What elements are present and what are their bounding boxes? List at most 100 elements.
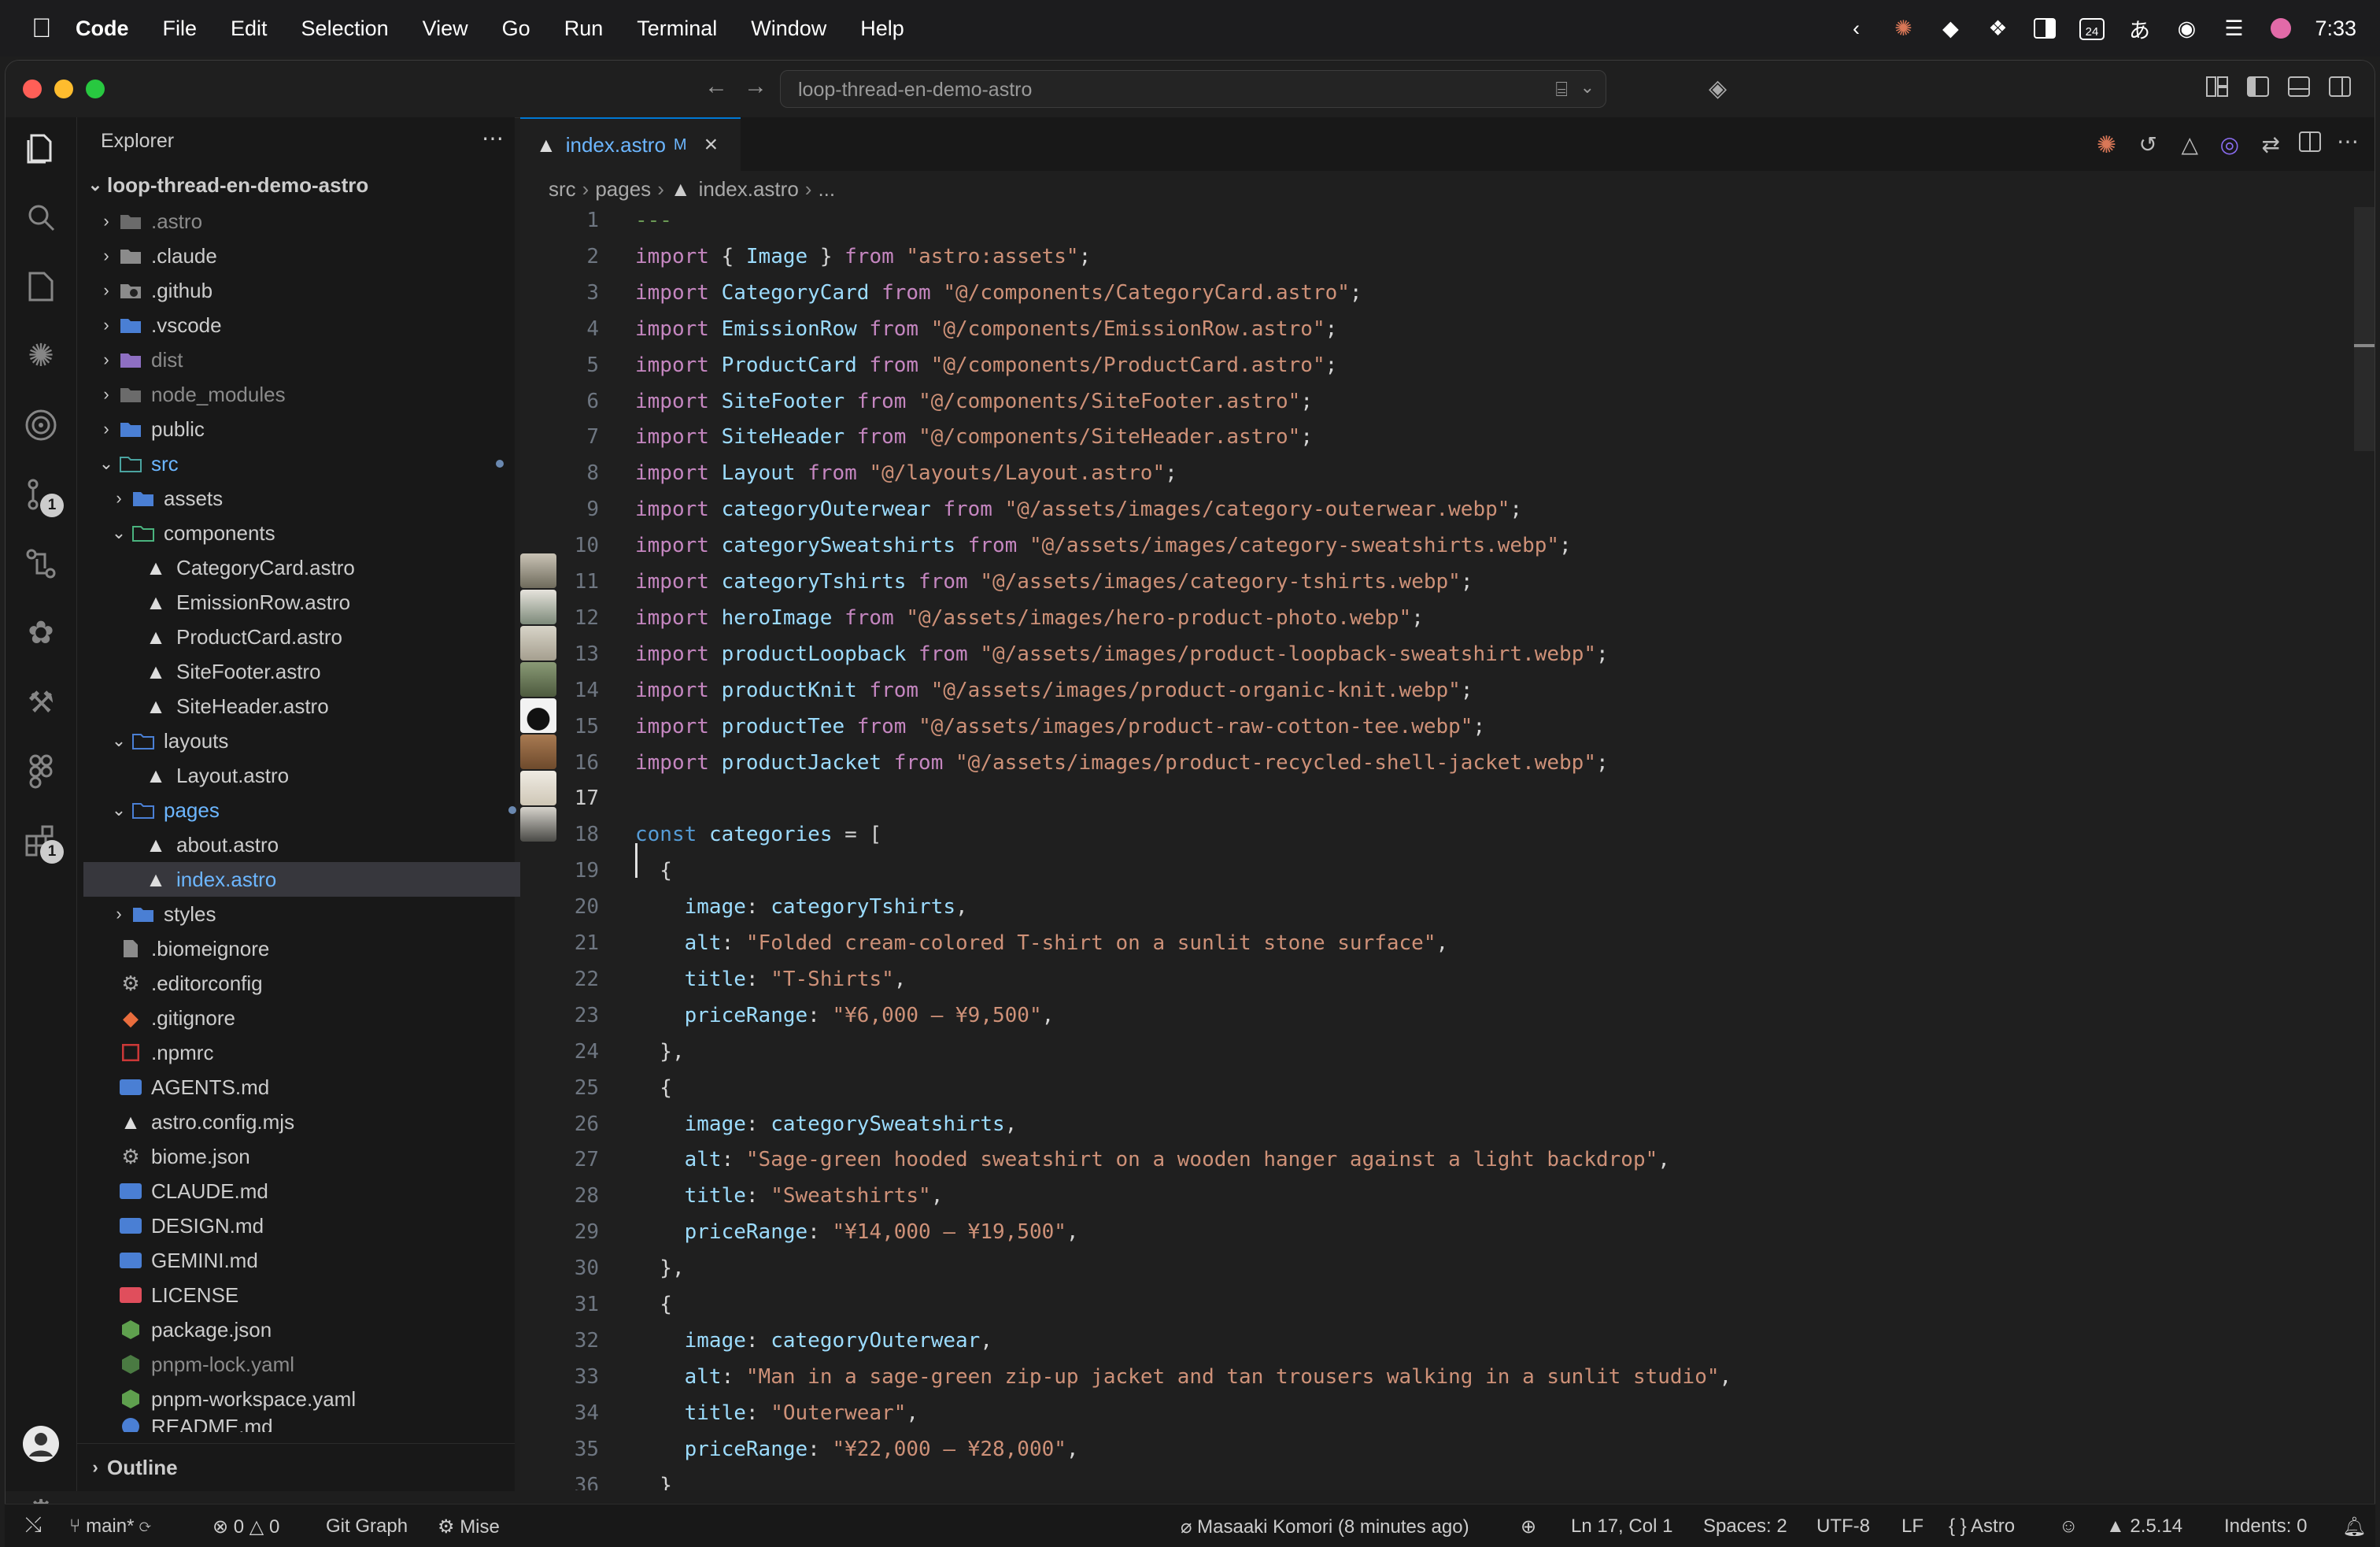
tree-item-file[interactable]: ▲ Layout.astro [83,758,568,793]
command-center-search[interactable]: loop-thread-en-demo-astro ⌸ ⌄ [780,70,1606,108]
menu-run[interactable]: Run [564,17,604,41]
code-line[interactable]: priceRange: "¥14,000 – ¥19,500", [635,1220,1079,1244]
menu-go[interactable]: Go [502,17,530,41]
wrench-icon[interactable]: ⚒ [21,683,61,722]
outline-section[interactable]: › Outline [77,1443,515,1491]
tree-item-styles-dir[interactable]: › styles [83,897,532,931]
code-line[interactable]: alt: "Man in a sage-green zip-up jacket … [635,1365,1732,1389]
figma-icon[interactable] [21,752,61,791]
code-line[interactable]: priceRange: "¥22,000 – ¥28,000", [635,1438,1079,1461]
copilot-icon[interactable]: ◈ [1709,75,1734,102]
code-line[interactable]: alt: "Folded cream-colored T-shirt on a … [635,931,1449,955]
cursor-position[interactable]: Ln 17, Col 1 [1571,1516,1672,1538]
code-line[interactable]: import productKnit from "@/assets/images… [635,679,1473,702]
tree-item-file[interactable]: pnpm-workspace.yaml [83,1382,543,1416]
git-compare-icon[interactable] [21,544,61,583]
notifications-bell-icon[interactable]: 🔔︎ [2342,1516,2366,1538]
menu-window[interactable]: Window [751,17,826,41]
tree-item-file[interactable]: pnpm-lock.yaml [83,1347,543,1382]
code-line[interactable]: import ProductCard from "@/components/Pr… [635,353,1337,377]
tree-item-file[interactable]: ◆ .gitignore [83,1001,543,1035]
more-actions-icon[interactable]: ⋯ [2337,128,2359,154]
code-line[interactable]: image: categoryOuterwear, [635,1329,992,1353]
code-line[interactable]: import SiteHeader from "@/components/Sit… [635,425,1313,449]
menu-help[interactable]: Help [860,17,904,41]
wifi-icon[interactable]: ◉ [2173,15,2200,42]
encoding-setting[interactable]: UTF-8 [1816,1516,1870,1538]
code-line[interactable]: import productLoopback from "@/assets/im… [635,642,1609,666]
code-line[interactable]: import categorySweatshirts from "@/asset… [635,534,1572,557]
apple-icon[interactable]:  [31,15,54,42]
clock[interactable]: 7:33 [2315,17,2356,41]
tree-item-file[interactable]: .npmrc [83,1035,543,1070]
tree-item-components-dir[interactable]: ⌄ components [83,516,532,550]
code-line[interactable]: }, [635,1256,684,1280]
tree-item-file[interactable]: ▲ ProductCard.astro [83,620,568,654]
tree-item-layouts-dir[interactable]: ⌄ layouts [83,724,532,758]
zoom-window-button[interactable] [86,80,105,98]
branch-status[interactable]: ⑂ main* ⟳ [69,1516,151,1538]
code-line[interactable]: import categoryTshirts from "@/assets/im… [635,570,1473,594]
tree-item-file[interactable]: README.md [83,1415,543,1432]
target-icon[interactable] [21,405,61,445]
split-editor-icon[interactable] [2299,131,2321,154]
code-line[interactable]: import { Image } from "astro:assets"; [635,245,1091,268]
mise-status[interactable]: ⚙ Mise [438,1516,500,1538]
code-line[interactable]: title: "T-Shirts", [635,968,907,991]
chevron-down-icon[interactable]: ⌄ [1580,77,1595,98]
tree-item-file[interactable]: LICENSE [83,1278,543,1312]
tree-item-file[interactable]: ▲ about.astro [83,827,568,862]
scrollbar-thumb[interactable] [2354,207,2374,451]
ai-assistant-icon[interactable]: ◎ [2220,131,2239,157]
tree-item-file[interactable]: ▲ CategoryCard.astro [83,550,568,585]
code-line[interactable]: image: categorySweatshirts, [635,1112,1018,1136]
remote-icon[interactable]: ⤯ [25,1512,42,1538]
file-icon[interactable] [21,267,61,306]
breadcrumb-src[interactable]: src [549,177,576,202]
customize-layout-icon[interactable] [2206,76,2230,100]
menu-edit[interactable]: Edit [231,17,268,41]
extensions-icon[interactable]: 1 [21,821,64,864]
git-graph-button[interactable]: Git Graph [326,1516,408,1538]
tree-item-file[interactable]: CLAUDE.md [83,1174,543,1208]
code-line[interactable]: import categoryOuterwear from "@/assets/… [635,498,1522,521]
claude-sparkle-icon[interactable]: ✺ [21,336,61,376]
code-line[interactable]: alt: "Sage-green hooded sweatshirt on a … [635,1148,1670,1171]
tree-item-file[interactable]: AGENTS.md [83,1070,543,1105]
menu-file[interactable]: File [163,17,198,41]
tree-item-file[interactable]: GEMINI.md [83,1243,543,1278]
tree-item-index-astro[interactable]: ▲index.astroM [83,862,568,897]
code-line[interactable]: title: "Outerwear", [635,1401,918,1425]
cloud-plug-icon[interactable]: ◆ [1937,15,1964,42]
tree-item-public-dir[interactable]: › public [83,412,519,446]
zoom-icon[interactable]: ⊕ [1521,1516,1536,1538]
puzzle-icon[interactable]: ✿ [21,613,61,653]
toggle-primary-sidebar-icon[interactable] [2247,76,2271,100]
source-control-icon[interactable]: 1 [21,475,64,517]
history-icon[interactable]: ↺ [2139,131,2157,157]
toggle-panel-icon[interactable] [2288,76,2312,100]
astro-preview-icon[interactable]: △ [2181,131,2198,157]
menu-terminal[interactable]: Terminal [637,17,717,41]
close-tab-icon[interactable]: × [704,131,719,158]
tree-item-pages-dir[interactable]: ⌄ pages [83,793,532,827]
account-avatar[interactable] [21,1424,61,1464]
problems-status[interactable]: ⊗ 0 △ 0 [213,1516,279,1538]
git-blame-status[interactable]: ⌀ Masaaki Komori (8 minutes ago) [1181,1516,1469,1538]
tree-item-file[interactable]: ▲ EmissionRow.astro [83,585,568,620]
chevron-left-icon[interactable]: ‹ [1842,15,1869,42]
code-line[interactable]: import SiteFooter from "@/components/Sit… [635,390,1313,413]
vertical-scrollbar[interactable] [2354,207,2374,1490]
tree-item-file[interactable]: ▲ SiteFooter.astro [83,654,568,689]
code-line[interactable]: { [635,1293,672,1316]
dropbox-icon[interactable]: ❖ [1984,15,2011,42]
code-line[interactable]: { [635,1076,672,1100]
code-line[interactable]: title: "Sweatshirts", [635,1184,944,1208]
workspace-root[interactable]: ⌄ loop-thread-en-demo-astro [83,168,508,202]
menu-selection[interactable]: Selection [301,17,389,41]
code-line[interactable]: import EmissionRow from "@/components/Em… [635,317,1337,341]
tree-item-github-dir[interactable]: › .github [83,273,519,308]
code-line[interactable]: import productTee from "@/assets/images/… [635,715,1485,738]
tree-item-file[interactable]: DESIGN.md [83,1208,543,1243]
tree-item-file[interactable]: ⚙ biome.json [83,1139,543,1174]
